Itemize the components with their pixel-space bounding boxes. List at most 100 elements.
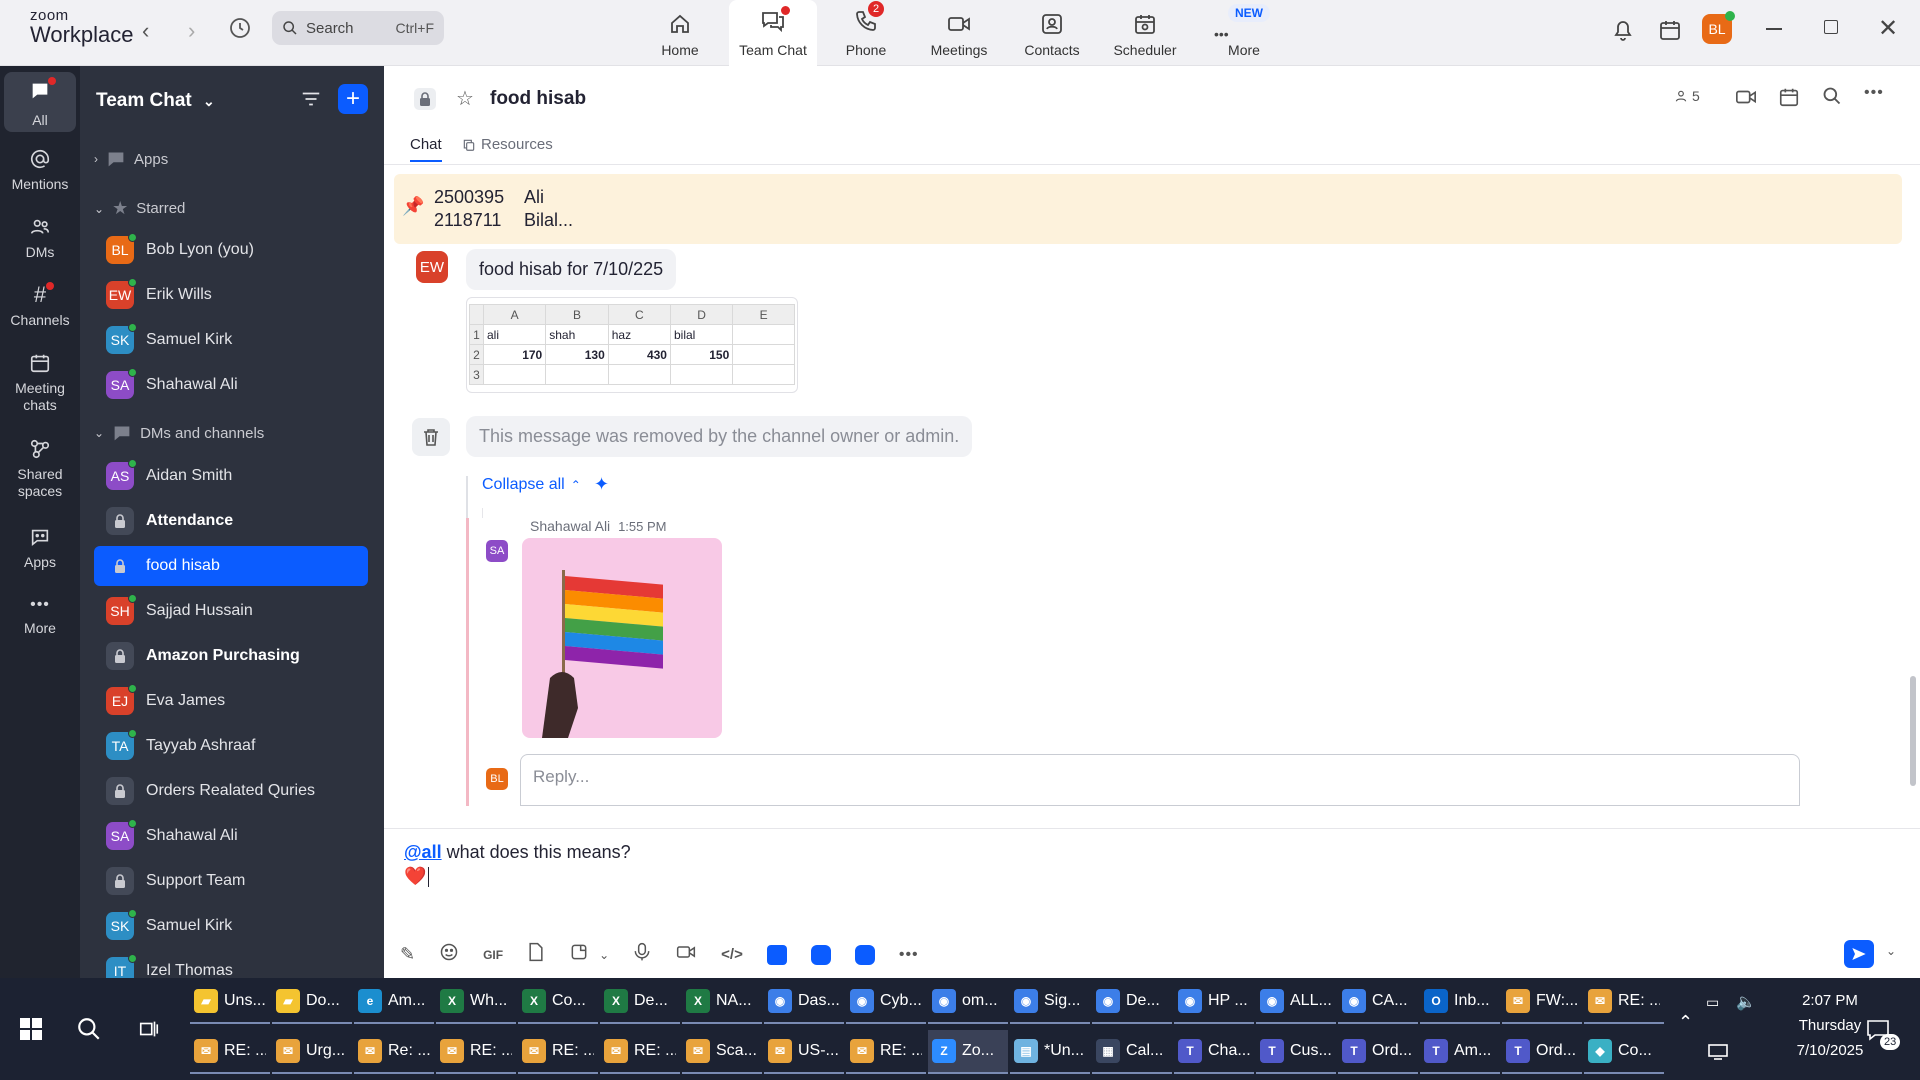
ai-sparkle-icon[interactable]: ✦ [594, 474, 609, 495]
search-input[interactable]: Search Ctrl+F [272, 11, 444, 45]
sidebar-item[interactable]: EJ Eva James [94, 681, 368, 721]
rail-mentions[interactable]: Mentions [4, 148, 76, 193]
subtab-chat[interactable]: Chat [410, 136, 442, 162]
sender-avatar[interactable]: EW [416, 251, 448, 283]
video-message-icon[interactable] [675, 942, 697, 967]
sidebar-item[interactable]: SK Samuel Kirk [94, 906, 368, 946]
forward-arrow-icon[interactable]: › [188, 18, 195, 44]
sidebar-item[interactable]: Support Team [94, 861, 368, 901]
more-options-icon[interactable]: ••• [1864, 84, 1884, 102]
taskbar-app[interactable]: ✉ RE: ... [600, 1030, 680, 1074]
emoji-icon[interactable] [439, 942, 459, 967]
task-view-icon[interactable] [138, 1018, 160, 1045]
app-icon-3[interactable] [854, 944, 875, 965]
screenshot-icon[interactable] [569, 942, 589, 967]
taskbar-app[interactable]: ✉ RE: ... [436, 1030, 516, 1074]
rail-more[interactable]: ••• More [4, 594, 76, 637]
taskbar-app[interactable]: ✉ FW:... [1502, 980, 1582, 1024]
taskbar-app[interactable]: ▰ Do... [272, 980, 352, 1024]
composer-input[interactable]: @all what does this means? ❤️ [404, 840, 631, 888]
taskbar-app[interactable]: T Ord... [1338, 1030, 1418, 1074]
section-starred[interactable]: ⌄ ★ Starred [94, 198, 185, 219]
section-apps[interactable]: › Apps [94, 150, 168, 168]
calendar-icon[interactable] [1778, 86, 1800, 113]
app-icon-2[interactable] [810, 944, 831, 965]
taskbar-app[interactable]: ◆ Co... [1584, 1030, 1664, 1074]
microphone-icon[interactable] [633, 942, 651, 967]
taskbar-app[interactable]: T Cus... [1256, 1030, 1336, 1074]
minimize-icon[interactable] [1766, 28, 1782, 30]
sidebar-item[interactable]: EW Erik Wills [94, 275, 368, 315]
taskbar-app[interactable]: ✉ RE: ... [190, 1030, 270, 1074]
send-options-chevron-icon[interactable]: ⌄ [1886, 944, 1896, 958]
taskbar-app[interactable]: ✉ Re: ... [354, 1030, 434, 1074]
taskbar-app[interactable]: ◉ ALL... [1256, 980, 1336, 1024]
search-icon[interactable] [76, 1016, 102, 1047]
rail-meeting-chats[interactable]: Meeting chats [4, 352, 76, 414]
sidebar-item[interactable]: Orders Realated Quries [94, 771, 368, 811]
rail-channels[interactable]: # Channels [4, 282, 76, 329]
new-chat-button[interactable]: + [338, 84, 368, 114]
taskbar-app[interactable]: X De... [600, 980, 680, 1024]
user-avatar[interactable]: BL [1702, 11, 1735, 44]
rail-apps[interactable]: Apps [4, 526, 76, 571]
rail-all[interactable]: All [4, 72, 76, 132]
taskbar-app[interactable]: O Inb... [1420, 980, 1500, 1024]
taskbar-app[interactable]: ▤ *Un... [1010, 1030, 1090, 1074]
taskbar-app[interactable]: ✉ RE: ... [518, 1030, 598, 1074]
chevron-down-icon[interactable]: ⌄ [599, 948, 609, 962]
history-icon[interactable] [228, 16, 252, 45]
gif-icon[interactable]: GIF [483, 948, 503, 962]
code-snippet-icon[interactable]: </> [721, 946, 743, 963]
taskbar-app[interactable]: X Co... [518, 980, 598, 1024]
tab-home[interactable]: Home [636, 0, 724, 66]
video-camera-icon[interactable] [1734, 86, 1758, 113]
chevron-up-icon[interactable]: ⌃ [1678, 1012, 1693, 1033]
back-arrow-icon[interactable]: ‹ [142, 18, 149, 44]
star-outline-icon[interactable]: ☆ [456, 86, 474, 111]
speaker-icon[interactable]: 🔈 [1736, 992, 1756, 1012]
search-icon[interactable] [1822, 86, 1842, 111]
close-icon[interactable]: ✕ [1878, 14, 1898, 43]
filter-icon[interactable] [300, 88, 322, 115]
taskbar-app[interactable]: ▦ Cal... [1092, 1030, 1172, 1074]
rail-shared-spaces[interactable]: Shared spaces [4, 438, 76, 500]
spreadsheet-image[interactable]: A B C D E 1 ali shah haz bilal 2 170 130 430 150 3 [466, 297, 798, 393]
sidebar-item[interactable]: AS Aidan Smith [94, 456, 368, 496]
pride-flag-image[interactable] [522, 538, 722, 738]
section-dms-channels[interactable]: ⌄ DMs and channels [94, 424, 264, 442]
taskbar-app[interactable]: ◉ Sig... [1010, 980, 1090, 1024]
taskbar-app[interactable]: ◉ De... [1092, 980, 1172, 1024]
tab-team-chat[interactable]: Team Chat [729, 0, 817, 66]
taskbar-app[interactable]: X Wh... [436, 980, 516, 1024]
bell-icon[interactable] [1612, 18, 1634, 47]
more-options-icon[interactable]: ••• [899, 946, 919, 964]
sidebar-item[interactable]: BL Bob Lyon (you) [94, 230, 368, 270]
tab-contacts[interactable]: Contacts [1008, 0, 1096, 66]
calendar-icon[interactable] [1658, 18, 1682, 47]
tab-scheduler[interactable]: Scheduler [1101, 0, 1189, 66]
scrollbar[interactable] [1910, 676, 1916, 786]
reply-avatar[interactable]: SA [486, 540, 508, 562]
sidebar-title[interactable]: Team Chat ⌄ [96, 90, 215, 112]
pinned-message[interactable]: 📌 2500395 Ali 2118711 Bilal... [394, 174, 1902, 244]
subtab-resources[interactable]: Resources [462, 136, 553, 153]
sidebar-item[interactable]: Attendance [94, 501, 368, 541]
mention-all[interactable]: @all [404, 842, 442, 862]
taskbar-app[interactable]: ✉ RE: ... [1584, 980, 1664, 1024]
taskbar-app[interactable]: ◉ CA... [1338, 980, 1418, 1024]
rail-dms[interactable]: DMs [4, 216, 76, 261]
sidebar-item[interactable]: SA Shahawal Ali [94, 365, 368, 405]
taskbar-app[interactable]: ✉ Sca... [682, 1030, 762, 1074]
taskbar-app[interactable]: ✉ US-... [764, 1030, 844, 1074]
taskbar-app[interactable]: e Am... [354, 980, 434, 1024]
notifications-icon[interactable]: 23 [1866, 1018, 1901, 1050]
taskbar-app[interactable]: T Ord... [1502, 1030, 1582, 1074]
sidebar-item[interactable]: SA Shahawal Ali [94, 816, 368, 856]
format-icon[interactable]: ✎ [400, 944, 415, 965]
collapse-all-button[interactable]: Collapse all ⌃ [482, 476, 581, 494]
members-button[interactable]: 5 [1674, 88, 1700, 104]
tab-meetings[interactable]: Meetings [915, 0, 1003, 66]
send-button[interactable] [1844, 940, 1874, 968]
sidebar-item[interactable]: SH Sajjad Hussain [94, 591, 368, 631]
